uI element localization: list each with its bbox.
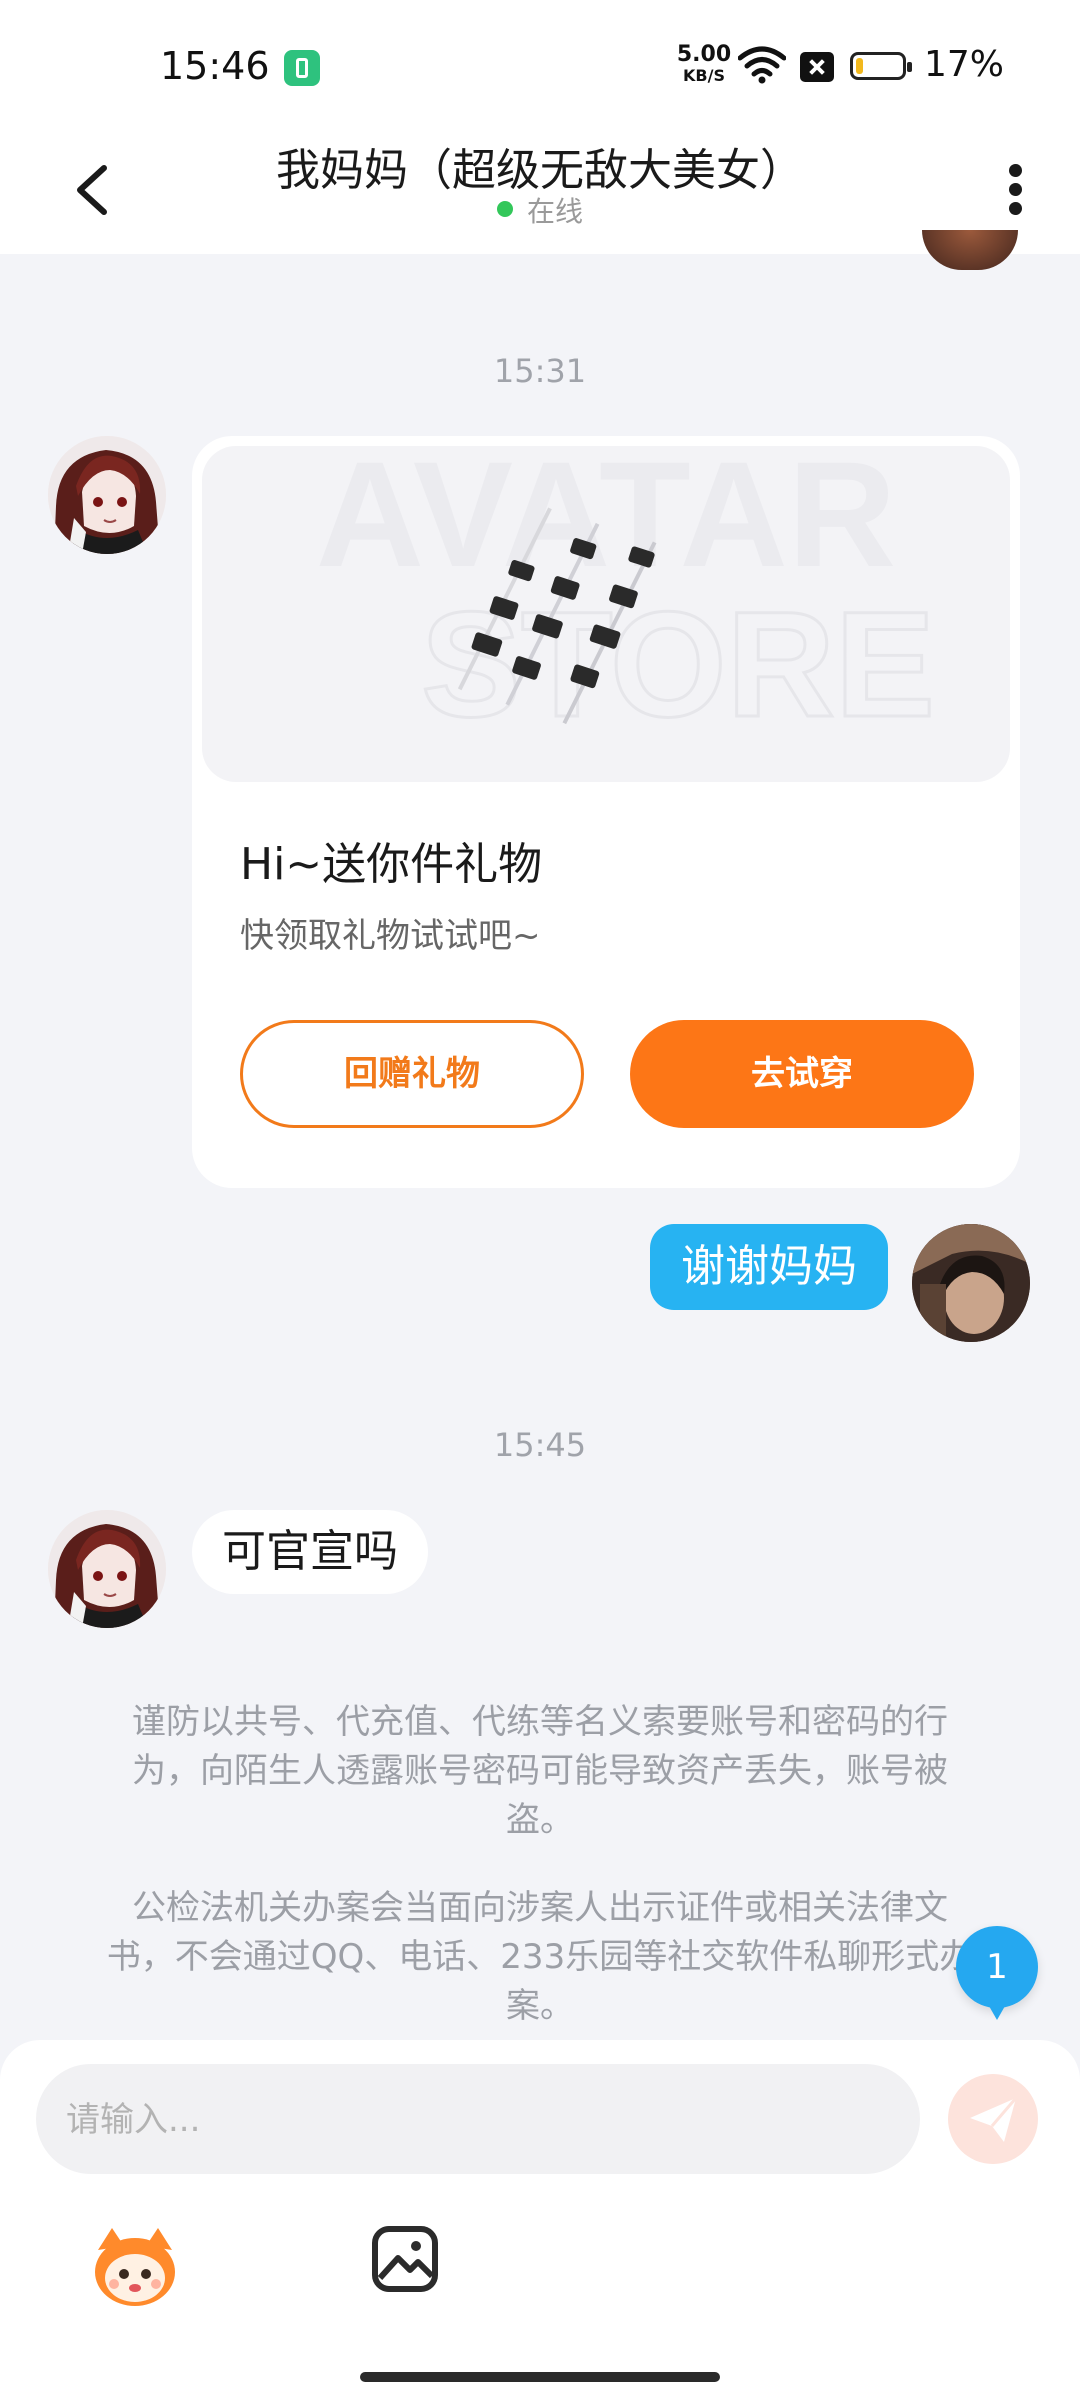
message-input[interactable] [64, 2064, 888, 2176]
network-speed: 5.00 KB/S [676, 44, 732, 84]
presence-label: 在线 [526, 195, 583, 228]
my-message-bubble[interactable]: 谢谢妈妈 [650, 1224, 888, 1310]
my-avatar-photo [912, 1224, 1030, 1342]
status-bar: 15:46 5.00 KB/S 17% [0, 0, 1080, 130]
unread-count-badge[interactable]: 1 [956, 1926, 1038, 2020]
contact-message-bubble[interactable]: 可官宣吗 [192, 1510, 428, 1594]
gift-subtitle: 快领取礼物试试吧~ [240, 916, 541, 956]
more-vertical-icon [1009, 164, 1022, 177]
battery-icon [850, 52, 912, 80]
gift-title: Hi~送你件礼物 [240, 839, 543, 890]
previous-message-avatar [922, 230, 1018, 270]
police-notice: 公检法机关办案会当面向涉案人出示证件或相关法律文书，不会通过QQ、电话、233乐… [106, 1888, 974, 2026]
contact-avatar[interactable] [48, 1510, 166, 1628]
message-composer [0, 2040, 1080, 2400]
no-sim-icon [800, 52, 834, 82]
message-timestamp: 15:31 [493, 352, 587, 390]
message-timestamp: 15:45 [493, 1426, 587, 1464]
emoji-button[interactable] [88, 2220, 182, 2314]
home-indicator[interactable] [360, 2372, 720, 2382]
fraud-warning-notice: 谨防以共号、代充值、代练等名义索要账号和密码的行为，向陌生人透露账号密码可能导致… [132, 1702, 948, 1840]
contact-avatar[interactable] [48, 436, 166, 554]
mascot-emoji-icon [95, 2228, 175, 2306]
more-dot [1009, 183, 1022, 196]
send-icon [970, 2097, 1018, 2142]
chat-header: 我妈妈（超级无敌大美女） 在线 [0, 130, 1080, 254]
more-dot [1009, 202, 1022, 215]
online-dot-icon [496, 201, 513, 217]
my-avatar[interactable] [912, 1224, 1030, 1342]
gift-image: AVATAR STORE [202, 446, 1010, 782]
network-speed-unit: KB/S [683, 66, 725, 85]
network-speed-value: 5.00 [676, 42, 732, 67]
battery-fill [856, 58, 863, 74]
image-picker-icon [372, 2226, 438, 2292]
try-on-button[interactable]: 去试穿 [630, 1020, 974, 1128]
wifi-icon [738, 46, 786, 84]
status-time: 15:46 [160, 44, 270, 88]
avatar-illustration [48, 1510, 166, 1628]
avatar-illustration [48, 436, 166, 554]
return-gift-button[interactable]: 回赠礼物 [240, 1020, 584, 1128]
more-options-button[interactable] [998, 150, 1034, 230]
battery-saver-app-icon [284, 50, 320, 86]
gift-watermark-line1: AVATAR [316, 446, 896, 598]
presence-status: 在线 [0, 190, 1080, 230]
image-picker-button[interactable] [370, 2224, 440, 2294]
gift-preview-illustration: AVATAR STORE [316, 446, 937, 750]
send-button[interactable] [948, 2074, 1038, 2164]
gift-card[interactable]: AVATAR STORE Hi~送你件礼物 快领取礼物试试吧~ 回赠礼物 去试穿 [192, 436, 1020, 1188]
chat-title: 我妈妈（超级无敌大美女） [276, 145, 804, 196]
message-input-container[interactable] [36, 2064, 920, 2176]
battery-percent: 17% [924, 44, 1005, 85]
